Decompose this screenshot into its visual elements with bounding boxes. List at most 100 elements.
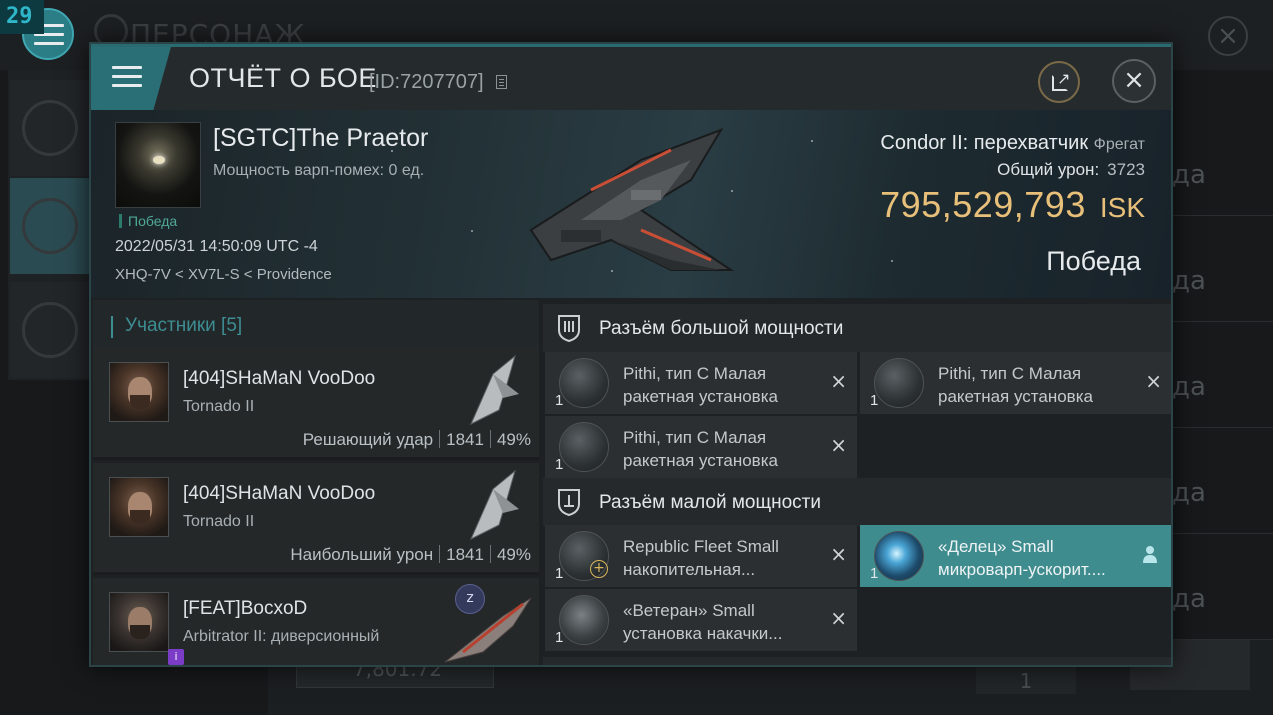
list-icon xyxy=(22,100,78,156)
participant-name: [404]SHaMaN VooDoo xyxy=(183,483,376,504)
capacitor-icon xyxy=(559,531,609,581)
list-item[interactable]: да xyxy=(1172,534,1273,640)
list-item[interactable]: да xyxy=(1172,322,1273,428)
dialog-menu-button[interactable] xyxy=(91,47,171,110)
close-button[interactable]: × xyxy=(1112,59,1156,103)
module-name: Republic Fleet Small накопительная... xyxy=(623,537,779,579)
participants-header-label: Участники [5] xyxy=(125,315,243,336)
destroyed-icon: × xyxy=(830,542,847,566)
warp-strength: Мощность варп-помех: 0 ед. xyxy=(213,162,425,179)
participant-name: [FEAT]BocxoD xyxy=(183,598,308,619)
module-name: Pithi, тип C Малая ракетная установка xyxy=(938,364,1093,406)
destroyed-icon: × xyxy=(830,433,847,457)
participant-ship-image xyxy=(469,354,519,426)
module-item[interactable]: 1 Republic Fleet Smallнакопительная... × xyxy=(545,525,857,587)
background-close-button[interactable]: × xyxy=(1208,16,1248,56)
avatar[interactable] xyxy=(109,477,169,537)
sidebar-item-rating[interactable] xyxy=(10,282,90,378)
participant-role: Решающий удар xyxy=(302,430,434,449)
damage-label: Общий урон: xyxy=(997,160,1100,179)
module-name: Pithi, тип C Малая ракетная установка xyxy=(623,428,778,470)
module-item[interactable]: 1 Pithi, тип C Малая ракетная установка × xyxy=(545,416,857,478)
combat-report-dialog: ОТЧЁТ О БОЕ [ID:7207707] ↗ × [SGTC]The P… xyxy=(89,42,1173,667)
list-item[interactable]: да xyxy=(1172,216,1273,322)
participant-percent: 49% xyxy=(496,545,531,564)
module-name: Pithi, тип C Малая ракетная установка xyxy=(623,364,778,406)
participant-row[interactable]: [404]SHaMaN VooDoo Tornado II Наибольший… xyxy=(93,463,539,575)
high-slot-icon xyxy=(558,315,580,342)
participant-row[interactable]: i [FEAT]BocxoD Arbitrator II: диверсионн… xyxy=(93,578,539,665)
participant-ship: Tornado II xyxy=(183,513,255,530)
result-label: Победа xyxy=(1046,246,1141,276)
victim-pilot-name[interactable]: [SGTC]The Praetor xyxy=(213,124,428,153)
avatar[interactable] xyxy=(109,362,169,422)
close-icon: × xyxy=(1123,65,1145,95)
crossed-swords-icon xyxy=(22,198,78,254)
ship-class: Фрегат xyxy=(1093,136,1145,153)
module-qty: 1 xyxy=(870,392,879,409)
report-id: [ID:7207707] xyxy=(369,71,484,93)
kill-datetime: 2022/05/31 14:50:09 UTC -4 xyxy=(115,238,318,255)
module-name: «Ветеран» Small установка накачки... xyxy=(623,601,783,643)
menu-icon xyxy=(112,66,142,88)
ship-name[interactable]: Condor II: перехватчик xyxy=(880,132,1088,154)
sleep-badge: z xyxy=(455,584,485,614)
sidebar-item-combat[interactable] xyxy=(10,178,90,274)
victim-ship-image[interactable] xyxy=(521,120,751,290)
destroyed-icon: × xyxy=(830,369,847,393)
module-item[interactable]: 1 Pithi, тип C Малая ракетная установка × xyxy=(545,352,857,414)
kill-location[interactable]: XHQ-7V < XV7L-S < Providence xyxy=(115,266,332,283)
low-slots-header: Разъём малой мощности xyxy=(543,478,1171,526)
total-damage: Общий урон: 3723 xyxy=(997,160,1145,180)
high-slots-title: Разъём большой мощности xyxy=(599,318,844,339)
module-qty: 1 xyxy=(555,629,564,646)
microwarp-icon xyxy=(874,531,924,581)
isk-unit: ISK xyxy=(1099,192,1145,223)
avatar[interactable]: i xyxy=(109,592,184,665)
copy-icon[interactable] xyxy=(496,75,507,89)
module-item[interactable]: 1 «Ветеран» Small установка накачки... × xyxy=(545,589,857,651)
low-slots-title: Разъём малой мощности xyxy=(599,492,821,513)
launcher-icon xyxy=(559,358,609,408)
participant-ship: Arbitrator II: диверсионный xyxy=(183,628,380,645)
level-badge: 29 xyxy=(0,0,44,34)
destroyed-icon: × xyxy=(830,606,847,630)
participants-header: Участники [5] xyxy=(93,300,539,348)
participant-name: [404]SHaMaN VooDoo xyxy=(183,368,376,389)
damage-value: 3723 xyxy=(1107,160,1145,179)
participant-row[interactable]: [404]SHaMaN VooDoo Tornado II Решающий у… xyxy=(93,348,539,460)
victim-ship: Condor II: перехватчик Фрегат xyxy=(880,132,1145,155)
participant-damage: 1841 xyxy=(446,430,484,449)
list-item[interactable]: да xyxy=(1172,110,1273,216)
victim-portrait[interactable] xyxy=(115,122,201,208)
destroyed-icon: × xyxy=(1145,369,1162,393)
module-name: «Делец» Small микроварп-ускорит.... xyxy=(938,537,1106,579)
dialog-header: ОТЧЁТ О БОЕ [ID:7207707] ↗ × xyxy=(91,44,1171,113)
participant-role: Наибольший урон xyxy=(290,545,434,564)
fittings-panel: Разъём большой мощности 1 Pithi, тип C М… xyxy=(543,300,1171,665)
launcher-icon xyxy=(559,422,609,472)
share-button[interactable]: ↗ xyxy=(1038,61,1080,103)
launcher-icon xyxy=(874,358,924,408)
list-item[interactable]: да xyxy=(1172,428,1273,534)
sidebar-item-list[interactable] xyxy=(10,80,90,176)
status-tag: Победа xyxy=(119,214,177,228)
background-killmail-list: да да да да да xyxy=(1172,110,1273,640)
isk-loss: 795,529,793 ISK xyxy=(880,184,1145,226)
low-slot-icon xyxy=(558,489,580,516)
star-icon xyxy=(22,302,78,358)
participant-damage: 1841 xyxy=(446,545,484,564)
participant-stats: Решающий удар 1841 49% xyxy=(303,430,531,450)
module-qty: 1 xyxy=(555,392,564,409)
isk-value: 795,529,793 xyxy=(880,184,1086,225)
module-qty: 1 xyxy=(555,565,564,582)
role-badge: i xyxy=(168,649,184,665)
module-qty: 1 xyxy=(870,565,879,582)
participant-ship-image xyxy=(469,469,519,541)
high-slots-header: Разъём большой мощности xyxy=(543,304,1171,352)
participant-percent: 49% xyxy=(496,430,531,449)
victim-summary: [SGTC]The Praetor Мощность варп-помех: 0… xyxy=(91,110,1171,298)
module-item[interactable]: 1 Pithi, тип C Малая ракетная установка × xyxy=(860,352,1171,414)
armor-plate-icon xyxy=(559,595,609,645)
module-item[interactable]: 1 «Делец» Small микроварп-ускорит.... xyxy=(860,525,1171,587)
